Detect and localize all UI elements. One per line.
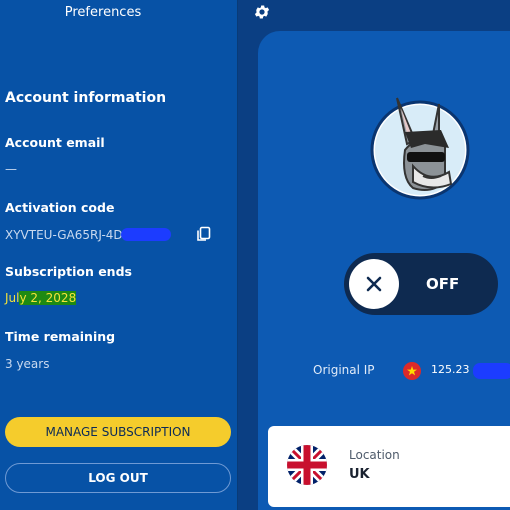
copy-icon[interactable]: [196, 226, 212, 242]
toggle-state-label: OFF: [426, 275, 460, 293]
activation-code-text: XYVTEU-GA65RJ-4D: [5, 228, 123, 242]
activation-code-label: Activation code: [5, 200, 115, 215]
subscription-ends-label: Subscription ends: [5, 264, 132, 279]
gear-icon[interactable]: [253, 3, 271, 21]
subscription-date-highlight: y 2, 2028: [19, 291, 77, 305]
page-title: Preferences: [64, 5, 142, 20]
account-info-heading: Account information: [5, 90, 167, 106]
donkey-mascot: [370, 97, 470, 200]
flag-uk-icon: [287, 445, 327, 485]
flag-vietnam-icon: [403, 362, 421, 380]
toggle-knob[interactable]: [349, 259, 399, 309]
subscription-date-prefix: Jul: [5, 291, 20, 305]
activation-code-value: XYVTEU-GA65RJ-4D: [5, 228, 171, 242]
manage-subscription-button[interactable]: MANAGE SUBSCRIPTION: [5, 417, 231, 447]
logout-button[interactable]: LOG OUT: [5, 463, 231, 493]
account-email-value: —: [5, 162, 17, 176]
original-ip-value: 125.23: [431, 363, 470, 376]
sidebar: Preferences Account information Account …: [0, 0, 237, 510]
location-card[interactable]: Location UK: [268, 426, 510, 507]
original-ip-label: Original IP: [313, 363, 375, 377]
account-email-label: Account email: [5, 135, 105, 150]
redaction-mark: [120, 228, 171, 241]
time-remaining-label: Time remaining: [5, 329, 116, 344]
close-icon: [366, 276, 382, 292]
time-remaining-value: 3 years: [5, 357, 50, 371]
location-label: Location: [349, 448, 400, 462]
subscription-ends-value: July 2, 2028: [5, 291, 77, 305]
location-value: UK: [349, 467, 370, 482]
redaction-mark: [473, 363, 510, 379]
vpn-toggle[interactable]: OFF: [344, 253, 498, 315]
